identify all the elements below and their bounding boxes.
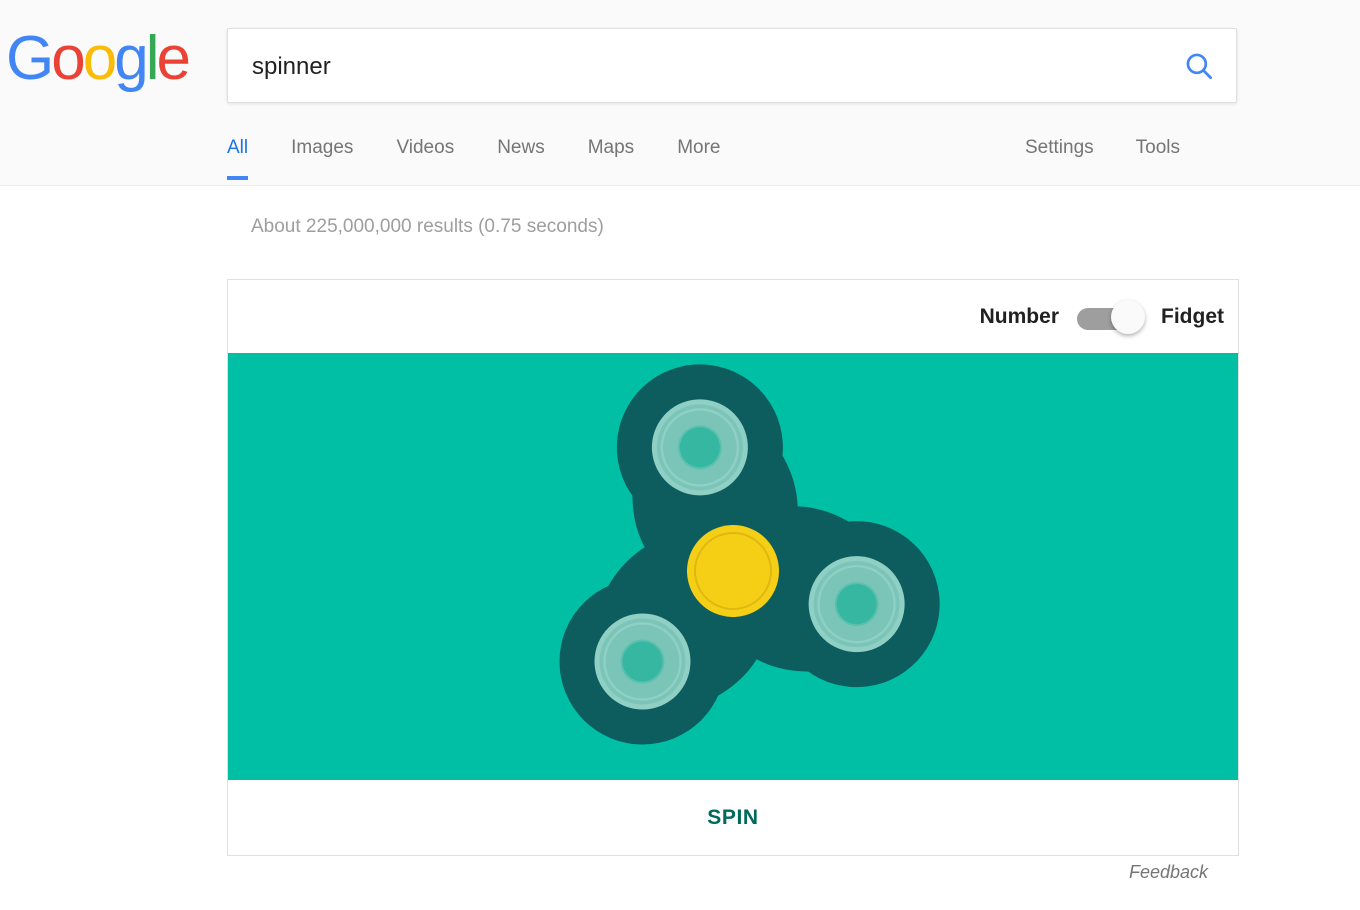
- search-input[interactable]: [250, 29, 1134, 104]
- logo-letter-e: e: [156, 24, 191, 93]
- spinner-mode-switch[interactable]: [1077, 299, 1145, 334]
- tab-videos-label: Videos: [396, 137, 455, 158]
- spinner-mode-toggle-row: Number Fidget: [228, 280, 1238, 353]
- tab-all-label: All: [227, 137, 249, 158]
- search-nav-right: Settings Tools: [1025, 132, 1222, 180]
- feedback-link[interactable]: Feedback: [1129, 862, 1208, 883]
- search-header: Google All Images Videos News Maps More: [0, 0, 1360, 186]
- tab-more[interactable]: More: [677, 132, 720, 180]
- search-icon: [1186, 53, 1212, 79]
- fidget-spinner-stage[interactable]: [228, 353, 1238, 780]
- search-button[interactable]: [1182, 49, 1216, 83]
- spinner-body: [525, 353, 959, 779]
- tools-button[interactable]: Tools: [1136, 132, 1180, 180]
- toggle-label-number[interactable]: Number: [980, 305, 1059, 329]
- logo-letter-g1: G: [6, 24, 54, 93]
- tab-news[interactable]: News: [497, 132, 545, 180]
- tab-images[interactable]: Images: [291, 132, 353, 180]
- toggle-label-fidget[interactable]: Fidget: [1161, 305, 1224, 329]
- logo-letter-o2: o: [82, 24, 118, 93]
- tab-videos[interactable]: Videos: [396, 132, 454, 180]
- spin-action-row: SPIN: [228, 780, 1238, 855]
- tab-maps-label: Maps: [587, 137, 635, 158]
- spin-button[interactable]: SPIN: [689, 798, 776, 838]
- settings-label: Settings: [1025, 137, 1094, 158]
- settings-button[interactable]: Settings: [1025, 132, 1094, 180]
- search-box[interactable]: [227, 28, 1237, 104]
- tab-images-label: Images: [291, 137, 354, 158]
- logo-letter-l: l: [145, 24, 160, 93]
- toggle-knob[interactable]: [1111, 299, 1145, 334]
- tab-maps[interactable]: Maps: [588, 132, 634, 180]
- tools-label: Tools: [1135, 137, 1181, 158]
- spinner-widget-card: Number Fidget SPIN: [227, 279, 1239, 856]
- result-stats: About 225,000,000 results (0.75 seconds): [251, 216, 604, 237]
- logo-letter-g2: g: [114, 24, 149, 93]
- tab-all[interactable]: All: [227, 132, 249, 180]
- google-logo[interactable]: Google: [6, 24, 191, 93]
- tab-more-label: More: [677, 137, 721, 158]
- tab-news-label: News: [497, 137, 545, 158]
- search-nav-tabs: All Images Videos News Maps More: [227, 132, 763, 185]
- logo-letter-o1: o: [51, 24, 86, 93]
- fidget-spinner-graphic[interactable]: [228, 353, 1238, 780]
